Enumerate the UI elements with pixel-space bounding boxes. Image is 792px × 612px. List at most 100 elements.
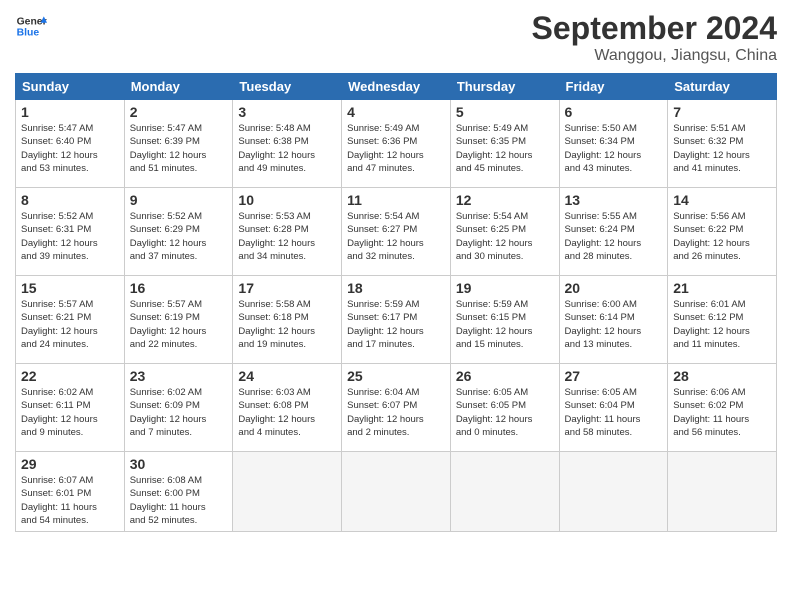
day-number: 7 (673, 104, 771, 120)
day-info: Sunrise: 6:00 AMSunset: 6:14 PMDaylight:… (565, 298, 663, 351)
table-row: 17 Sunrise: 5:58 AMSunset: 6:18 PMDayligh… (233, 276, 342, 364)
day-info: Sunrise: 5:57 AMSunset: 6:21 PMDaylight:… (21, 298, 119, 351)
table-row: 11 Sunrise: 5:54 AMSunset: 6:27 PMDayligh… (342, 188, 451, 276)
table-row: 23 Sunrise: 6:02 AMSunset: 6:09 PMDayligh… (124, 364, 233, 452)
day-info: Sunrise: 5:59 AMSunset: 6:17 PMDaylight:… (347, 298, 445, 351)
day-info: Sunrise: 6:05 AMSunset: 6:05 PMDaylight:… (456, 386, 554, 439)
logo: General Blue (15, 10, 47, 42)
table-row: 4Sunrise: 5:49 AMSunset: 6:36 PMDaylight… (342, 100, 451, 188)
table-row: 27 Sunrise: 6:05 AMSunset: 6:04 PMDayligh… (559, 364, 668, 452)
day-number: 1 (21, 104, 119, 120)
day-number: 8 (21, 192, 119, 208)
day-number: 25 (347, 368, 445, 384)
day-number: 30 (130, 456, 228, 472)
table-row: 2Sunrise: 5:47 AMSunset: 6:39 PMDaylight… (124, 100, 233, 188)
day-info: Sunrise: 6:02 AMSunset: 6:11 PMDaylight:… (21, 386, 119, 439)
calendar-week-row: 29Sunrise: 6:07 AMSunset: 6:01 PMDayligh… (16, 452, 777, 532)
day-info: Sunrise: 5:54 AMSunset: 6:27 PMDaylight:… (347, 210, 445, 263)
table-row: 24 Sunrise: 6:03 AMSunset: 6:08 PMDayligh… (233, 364, 342, 452)
table-row: 15 Sunrise: 5:57 AMSunset: 6:21 PMDayligh… (16, 276, 125, 364)
day-number: 24 (238, 368, 336, 384)
col-sunday: Sunday (16, 74, 125, 100)
location: Wanggou, Jiangsu, China (532, 47, 777, 65)
day-number: 3 (238, 104, 336, 120)
table-row (668, 452, 777, 532)
day-info: Sunrise: 6:01 AMSunset: 6:12 PMDaylight:… (673, 298, 771, 351)
table-row: 16 Sunrise: 5:57 AMSunset: 6:19 PMDayligh… (124, 276, 233, 364)
svg-text:Blue: Blue (17, 28, 40, 39)
day-info: Sunrise: 5:49 AMSunset: 6:36 PMDaylight:… (347, 122, 445, 175)
table-row: 10 Sunrise: 5:53 AMSunset: 6:28 PMDayligh… (233, 188, 342, 276)
table-row: 7 Sunrise: 5:51 AMSunset: 6:32 PMDaylight… (668, 100, 777, 188)
table-row: 22 Sunrise: 6:02 AMSunset: 6:11 PMDayligh… (16, 364, 125, 452)
calendar-week-row: 15 Sunrise: 5:57 AMSunset: 6:21 PMDayligh… (16, 276, 777, 364)
day-info: Sunrise: 5:59 AMSunset: 6:15 PMDaylight:… (456, 298, 554, 351)
col-friday: Friday (559, 74, 668, 100)
table-row: 26 Sunrise: 6:05 AMSunset: 6:05 PMDayligh… (450, 364, 559, 452)
day-info: Sunrise: 5:52 AMSunset: 6:31 PMDaylight:… (21, 210, 119, 263)
calendar-header-row: Sunday Monday Tuesday Wednesday Thursday… (16, 74, 777, 100)
day-info: Sunrise: 5:53 AMSunset: 6:28 PMDaylight:… (238, 210, 336, 263)
day-info: Sunrise: 5:54 AMSunset: 6:25 PMDaylight:… (456, 210, 554, 263)
day-info: Sunrise: 5:52 AMSunset: 6:29 PMDaylight:… (130, 210, 228, 263)
day-info: Sunrise: 6:06 AMSunset: 6:02 PMDaylight:… (673, 386, 771, 439)
col-saturday: Saturday (668, 74, 777, 100)
table-row: 18 Sunrise: 5:59 AMSunset: 6:17 PMDayligh… (342, 276, 451, 364)
day-info: Sunrise: 5:55 AMSunset: 6:24 PMDaylight:… (565, 210, 663, 263)
table-row: 9 Sunrise: 5:52 AMSunset: 6:29 PMDaylight… (124, 188, 233, 276)
table-row: 3Sunrise: 5:48 AMSunset: 6:38 PMDaylight… (233, 100, 342, 188)
col-monday: Monday (124, 74, 233, 100)
day-info: Sunrise: 5:47 AMSunset: 6:40 PMDaylight:… (21, 122, 119, 175)
day-info: Sunrise: 6:04 AMSunset: 6:07 PMDaylight:… (347, 386, 445, 439)
day-number: 11 (347, 192, 445, 208)
calendar-week-row: 22 Sunrise: 6:02 AMSunset: 6:11 PMDayligh… (16, 364, 777, 452)
day-info: Sunrise: 6:03 AMSunset: 6:08 PMDaylight:… (238, 386, 336, 439)
title-section: September 2024 Wanggou, Jiangsu, China (532, 10, 777, 65)
day-number: 22 (21, 368, 119, 384)
table-row: 12Sunrise: 5:54 AMSunset: 6:25 PMDayligh… (450, 188, 559, 276)
col-wednesday: Wednesday (342, 74, 451, 100)
table-row: 19 Sunrise: 5:59 AMSunset: 6:15 PMDayligh… (450, 276, 559, 364)
col-thursday: Thursday (450, 74, 559, 100)
table-row: 13 Sunrise: 5:55 AMSunset: 6:24 PMDayligh… (559, 188, 668, 276)
day-number: 5 (456, 104, 554, 120)
day-number: 26 (456, 368, 554, 384)
day-number: 6 (565, 104, 663, 120)
day-info: Sunrise: 5:57 AMSunset: 6:19 PMDaylight:… (130, 298, 228, 351)
day-number: 10 (238, 192, 336, 208)
col-tuesday: Tuesday (233, 74, 342, 100)
table-row: 25 Sunrise: 6:04 AMSunset: 6:07 PMDayligh… (342, 364, 451, 452)
calendar-week-row: 8 Sunrise: 5:52 AMSunset: 6:31 PMDaylight… (16, 188, 777, 276)
day-number: 17 (238, 280, 336, 296)
day-info: Sunrise: 5:51 AMSunset: 6:32 PMDaylight:… (673, 122, 771, 175)
calendar-table: Sunday Monday Tuesday Wednesday Thursday… (15, 73, 777, 532)
table-row: 28Sunrise: 6:06 AMSunset: 6:02 PMDayligh… (668, 364, 777, 452)
calendar-week-row: 1 Sunrise: 5:47 AMSunset: 6:40 PMDaylight… (16, 100, 777, 188)
table-row: 30Sunrise: 6:08 AMSunset: 6:00 PMDayligh… (124, 452, 233, 532)
table-row (342, 452, 451, 532)
page-header: General Blue September 2024 Wanggou, Jia… (15, 10, 777, 65)
day-info: Sunrise: 5:47 AMSunset: 6:39 PMDaylight:… (130, 122, 228, 175)
table-row (450, 452, 559, 532)
table-row: 8 Sunrise: 5:52 AMSunset: 6:31 PMDaylight… (16, 188, 125, 276)
day-number: 27 (565, 368, 663, 384)
table-row: 5Sunrise: 5:49 AMSunset: 6:35 PMDaylight… (450, 100, 559, 188)
table-row (559, 452, 668, 532)
day-info: Sunrise: 6:02 AMSunset: 6:09 PMDaylight:… (130, 386, 228, 439)
day-number: 9 (130, 192, 228, 208)
day-info: Sunrise: 5:58 AMSunset: 6:18 PMDaylight:… (238, 298, 336, 351)
day-number: 16 (130, 280, 228, 296)
day-number: 15 (21, 280, 119, 296)
day-number: 13 (565, 192, 663, 208)
day-info: Sunrise: 6:05 AMSunset: 6:04 PMDaylight:… (565, 386, 663, 439)
day-number: 18 (347, 280, 445, 296)
day-number: 19 (456, 280, 554, 296)
month-title: September 2024 (532, 10, 777, 47)
day-number: 23 (130, 368, 228, 384)
day-info: Sunrise: 5:50 AMSunset: 6:34 PMDaylight:… (565, 122, 663, 175)
table-row: 6 Sunrise: 5:50 AMSunset: 6:34 PMDaylight… (559, 100, 668, 188)
table-row (233, 452, 342, 532)
day-number: 29 (21, 456, 119, 472)
day-number: 14 (673, 192, 771, 208)
day-info: Sunrise: 5:56 AMSunset: 6:22 PMDaylight:… (673, 210, 771, 263)
